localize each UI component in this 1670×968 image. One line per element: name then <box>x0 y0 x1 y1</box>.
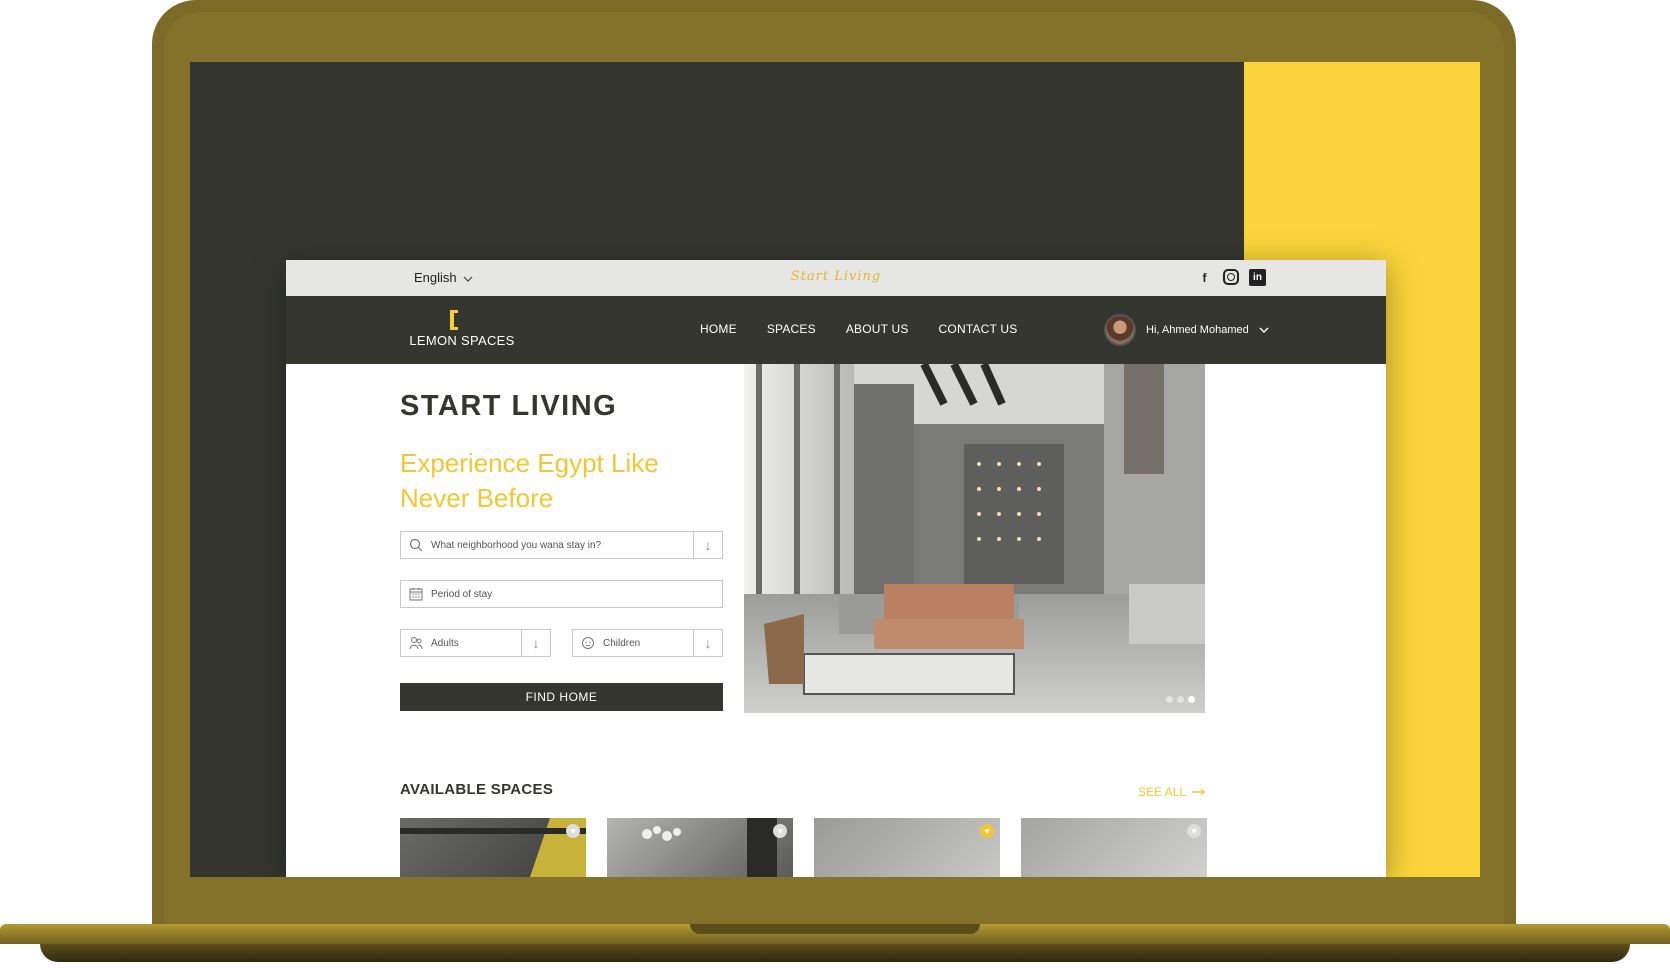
adults-icon <box>409 636 423 650</box>
carousel-dots <box>1166 696 1195 703</box>
children-select[interactable]: Children ↓ <box>572 629 723 657</box>
period-of-stay-field[interactable]: Period of stay <box>400 580 723 608</box>
search-icon <box>409 538 423 552</box>
logo-text: LEMON SPACES <box>409 333 515 348</box>
facebook-icon[interactable]: f <box>1196 269 1213 286</box>
nav-about-us[interactable]: ABOUT US <box>846 322 909 336</box>
space-card-3[interactable]: ♥ <box>814 818 1000 877</box>
adults-placeholder: Adults <box>431 637 459 649</box>
instagram-icon[interactable] <box>1223 269 1239 285</box>
laptop-notch <box>690 924 980 934</box>
neighborhood-placeholder: What neighborhood you wana stay in? <box>431 539 602 551</box>
see-all-label: SEE ALL <box>1138 785 1187 799</box>
carousel-dot-3[interactable] <box>1188 696 1195 703</box>
laptop-base-bottom <box>40 944 1630 962</box>
heart-icon[interactable]: ♥ <box>980 824 994 838</box>
logo[interactable]: LEMON SPACES <box>407 310 517 348</box>
nav-contact-us[interactable]: CONTACT US <box>939 322 1018 336</box>
space-card-2[interactable]: ♥ <box>607 818 793 877</box>
chevron-down-icon <box>1259 324 1269 336</box>
heart-icon[interactable]: ♥ <box>773 824 787 838</box>
carousel-dot-2[interactable] <box>1177 696 1184 703</box>
neighborhood-search-input[interactable]: What neighborhood you wana stay in? ↓ <box>400 531 723 559</box>
space-card-1-photo <box>400 818 586 877</box>
arrow-down-icon[interactable]: ↓ <box>693 630 722 656</box>
find-home-button[interactable]: FIND HOME <box>400 683 723 711</box>
nav-spaces[interactable]: SPACES <box>767 322 816 336</box>
baby-icon <box>581 636 595 650</box>
user-menu[interactable]: Hi, Ahmed Mohamed <box>1104 314 1269 346</box>
space-card-4[interactable]: ♥ <box>1021 818 1207 877</box>
carousel-dot-1[interactable] <box>1166 696 1173 703</box>
laptop-screen: English Start Living f in LEMON SPACES H… <box>190 62 1480 877</box>
hero-carousel-image[interactable] <box>744 364 1205 713</box>
nav-home[interactable]: HOME <box>700 322 737 336</box>
laptop-base <box>0 924 1670 968</box>
arrow-down-icon[interactable]: ↓ <box>521 630 550 656</box>
main-navbar: LEMON SPACES HOME SPACES ABOUT US CONTAC… <box>286 296 1386 364</box>
website: English Start Living f in LEMON SPACES H… <box>286 260 1386 877</box>
period-placeholder: Period of stay <box>431 588 493 600</box>
hero-subtitle: Experience Egypt Like Never Before <box>400 448 659 513</box>
heart-icon[interactable]: ♥ <box>566 824 580 838</box>
nav-links: HOME SPACES ABOUT US CONTACT US <box>700 322 1017 336</box>
calendar-icon <box>409 587 423 601</box>
space-card-1[interactable]: ♥ <box>400 818 586 877</box>
children-placeholder: Children <box>603 637 641 649</box>
hero-title: START LIVING <box>400 390 618 422</box>
heart-icon[interactable]: ♥ <box>1187 824 1201 838</box>
arrow-right-icon <box>1192 785 1206 799</box>
adults-select[interactable]: Adults ↓ <box>400 629 551 657</box>
user-greeting: Hi, Ahmed Mohamed <box>1146 324 1249 336</box>
avatar <box>1104 314 1136 346</box>
logo-mark <box>450 310 458 330</box>
see-all-link[interactable]: SEE ALL <box>1138 785 1206 799</box>
living-room-photo <box>744 364 1205 713</box>
social-links: f in <box>1196 269 1266 286</box>
available-spaces-heading: AVAILABLE SPACES <box>400 781 554 798</box>
space-card-2-photo <box>642 818 777 877</box>
top-bar: English Start Living f in <box>286 260 1386 296</box>
linkedin-icon[interactable]: in <box>1249 269 1266 286</box>
arrow-down-icon[interactable]: ↓ <box>693 532 722 558</box>
